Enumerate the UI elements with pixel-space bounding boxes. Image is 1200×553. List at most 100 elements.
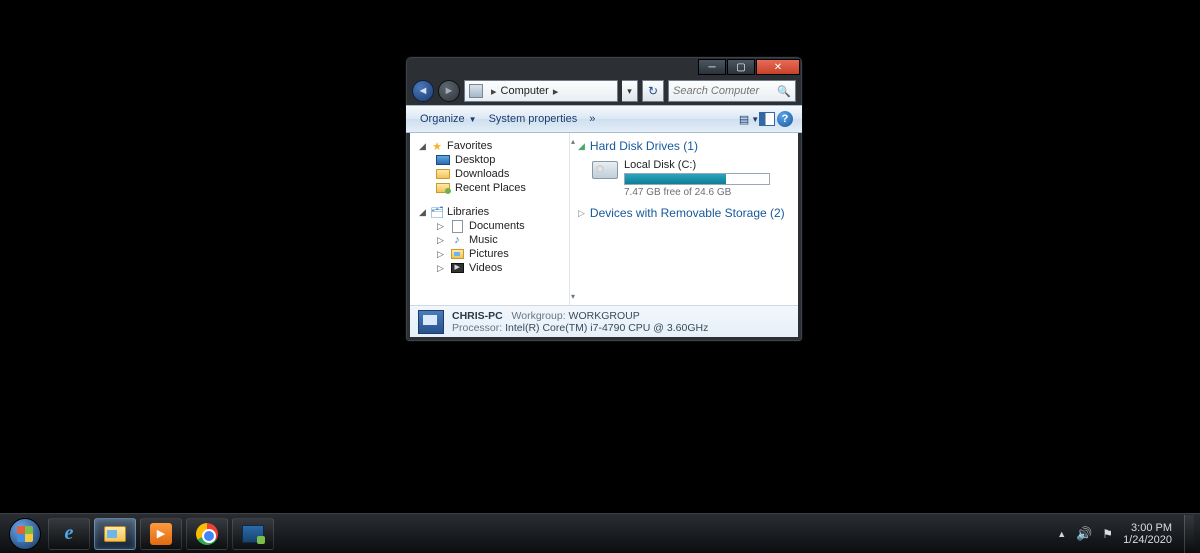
clock-date: 1/24/2020 <box>1123 534 1172 546</box>
breadcrumb-computer[interactable]: Computer <box>501 85 549 97</box>
expand-icon: ▷ <box>578 208 585 219</box>
removable-header-label: Devices with Removable Storage (2) <box>590 206 785 220</box>
system-tray: ▲ 🔊 ⚑ 3:00 PM 1/24/2020 <box>1057 522 1178 546</box>
show-desktop-button[interactable] <box>1184 515 1194 553</box>
star-icon: ★ <box>430 140 444 152</box>
sidebar-item-label: Pictures <box>469 248 509 260</box>
volume-icon[interactable]: 🔊 <box>1076 526 1092 542</box>
organize-menu[interactable]: Organize ▼ <box>414 111 483 127</box>
hdd-section-header[interactable]: ◢ Hard Disk Drives (1) <box>578 137 790 157</box>
search-box[interactable]: 🔍 <box>668 80 796 102</box>
ie-icon: e <box>65 522 74 545</box>
details-workgroup-value: WORKGROUP <box>569 310 640 322</box>
desktop-icon <box>436 155 450 165</box>
videos-icon <box>451 263 464 273</box>
chevron-down-icon: ▼ <box>469 115 477 124</box>
system-properties-label: System properties <box>489 113 578 125</box>
app-icon <box>242 525 264 543</box>
back-button[interactable]: ◄ <box>412 80 434 102</box>
libraries-group[interactable]: ◢ 🗂 Libraries <box>418 205 565 219</box>
sidebar-item-documents[interactable]: ▷ Documents <box>418 219 565 233</box>
sidebar-item-label: Videos <box>469 262 502 274</box>
drive-name: Local Disk (C:) <box>624 159 770 171</box>
documents-icon <box>452 220 463 233</box>
hard-drive-icon <box>592 161 618 179</box>
change-view-button[interactable]: ▤▼ <box>740 110 758 128</box>
content-pane: ◢ Hard Disk Drives (1) Local Disk (C:) 7… <box>576 133 798 305</box>
sidebar-item-desktop[interactable]: Desktop <box>418 153 565 167</box>
taskbar: e ▶ ▲ 🔊 ⚑ 3:00 PM 1/24/2020 <box>0 513 1200 553</box>
details-processor-value: Intel(R) Core(TM) i7-4790 CPU @ 3.60GHz <box>505 322 708 334</box>
drive-usage-fill <box>625 174 726 184</box>
details-workgroup-label: Workgroup: <box>512 310 566 322</box>
computer-icon <box>469 84 483 98</box>
expand-icon: ▷ <box>436 263 445 274</box>
address-bar[interactable]: ▸ Computer ▸ <box>464 80 618 102</box>
sidebar-item-label: Downloads <box>455 168 509 180</box>
collapse-icon: ◢ <box>418 141 427 152</box>
sidebar-item-downloads[interactable]: Downloads <box>418 167 565 181</box>
help-button[interactable]: ? <box>776 110 794 128</box>
sidebar-item-pictures[interactable]: ▷ Pictures <box>418 247 565 261</box>
search-icon: 🔍 <box>777 85 791 98</box>
expand-icon: ▷ <box>436 221 445 232</box>
refresh-button[interactable]: ↻ <box>642 80 664 102</box>
folder-icon <box>436 169 450 179</box>
sidebar-item-label: Music <box>469 234 498 246</box>
breadcrumb-sep: ▸ <box>549 85 563 98</box>
preview-pane-button[interactable] <box>758 110 776 128</box>
details-pane: CHRIS-PC Workgroup: WORKGROUP Processor:… <box>410 305 798 337</box>
tray-overflow-button[interactable]: ▲ <box>1057 529 1066 539</box>
close-button[interactable]: ✕ <box>756 59 800 75</box>
favorites-group[interactable]: ◢ ★ Favorites <box>418 139 565 153</box>
scroll-up-icon: ▴ <box>571 137 575 146</box>
taskbar-chrome[interactable] <box>186 518 228 550</box>
drive-local-disk-c[interactable]: Local Disk (C:) 7.47 GB free of 24.6 GB <box>578 157 790 204</box>
scroll-down-icon: ▾ <box>571 292 575 301</box>
command-bar: Organize ▼ System properties » ▤▼ ? <box>406 105 802 133</box>
sidebar-item-label: Documents <box>469 220 525 232</box>
details-processor-label: Processor: <box>452 322 502 334</box>
collapse-icon: ◢ <box>578 141 585 152</box>
organize-label: Organize <box>420 113 465 125</box>
forward-button[interactable]: ► <box>438 80 460 102</box>
navigation-pane: ◢ ★ Favorites Desktop Downloads Recent P… <box>410 133 570 305</box>
taskbar-app[interactable] <box>232 518 274 550</box>
explorer-icon <box>104 526 126 542</box>
expand-icon: ▷ <box>436 235 445 246</box>
clock-time: 3:00 PM <box>1123 522 1172 534</box>
music-icon: ♪ <box>450 234 464 246</box>
taskbar-media-player[interactable]: ▶ <box>140 518 182 550</box>
search-input[interactable] <box>673 85 773 97</box>
drive-free-text: 7.47 GB free of 24.6 GB <box>624 187 770 198</box>
recent-icon <box>436 183 450 193</box>
sidebar-item-recent-places[interactable]: Recent Places <box>418 181 565 195</box>
libraries-label: Libraries <box>447 206 489 218</box>
hdd-header-label: Hard Disk Drives (1) <box>590 139 698 153</box>
system-properties-button[interactable]: System properties <box>483 111 584 127</box>
favorites-label: Favorites <box>447 140 492 152</box>
sidebar-item-music[interactable]: ▷ ♪ Music <box>418 233 565 247</box>
removable-section-header[interactable]: ▷ Devices with Removable Storage (2) <box>578 204 790 224</box>
sidebar-item-label: Recent Places <box>455 182 526 194</box>
taskbar-explorer[interactable] <box>94 518 136 550</box>
sidebar-item-videos[interactable]: ▷ Videos <box>418 261 565 275</box>
taskbar-ie[interactable]: e <box>48 518 90 550</box>
breadcrumb-sep: ▸ <box>487 85 501 98</box>
explorer-window: ─ ▢ ✕ ◄ ► ▸ Computer ▸ ▾ ↻ 🔍 Organize ▼ … <box>405 56 803 342</box>
libraries-icon: 🗂 <box>430 206 444 218</box>
pictures-icon <box>451 249 464 259</box>
window-titlebar[interactable]: ─ ▢ ✕ <box>406 57 802 77</box>
maximize-button[interactable]: ▢ <box>727 59 755 75</box>
overflow-label: » <box>589 113 595 125</box>
taskbar-clock[interactable]: 3:00 PM 1/24/2020 <box>1123 522 1172 546</box>
media-player-icon: ▶ <box>150 523 172 545</box>
start-button[interactable] <box>6 515 44 553</box>
address-dropdown[interactable]: ▾ <box>622 80 638 102</box>
details-computer-name: CHRIS-PC <box>452 310 503 322</box>
minimize-button[interactable]: ─ <box>698 59 726 75</box>
computer-large-icon <box>418 310 444 334</box>
toolbar-overflow[interactable]: » <box>583 111 601 127</box>
action-center-icon[interactable]: ⚑ <box>1102 527 1113 541</box>
chrome-icon <box>196 523 218 545</box>
